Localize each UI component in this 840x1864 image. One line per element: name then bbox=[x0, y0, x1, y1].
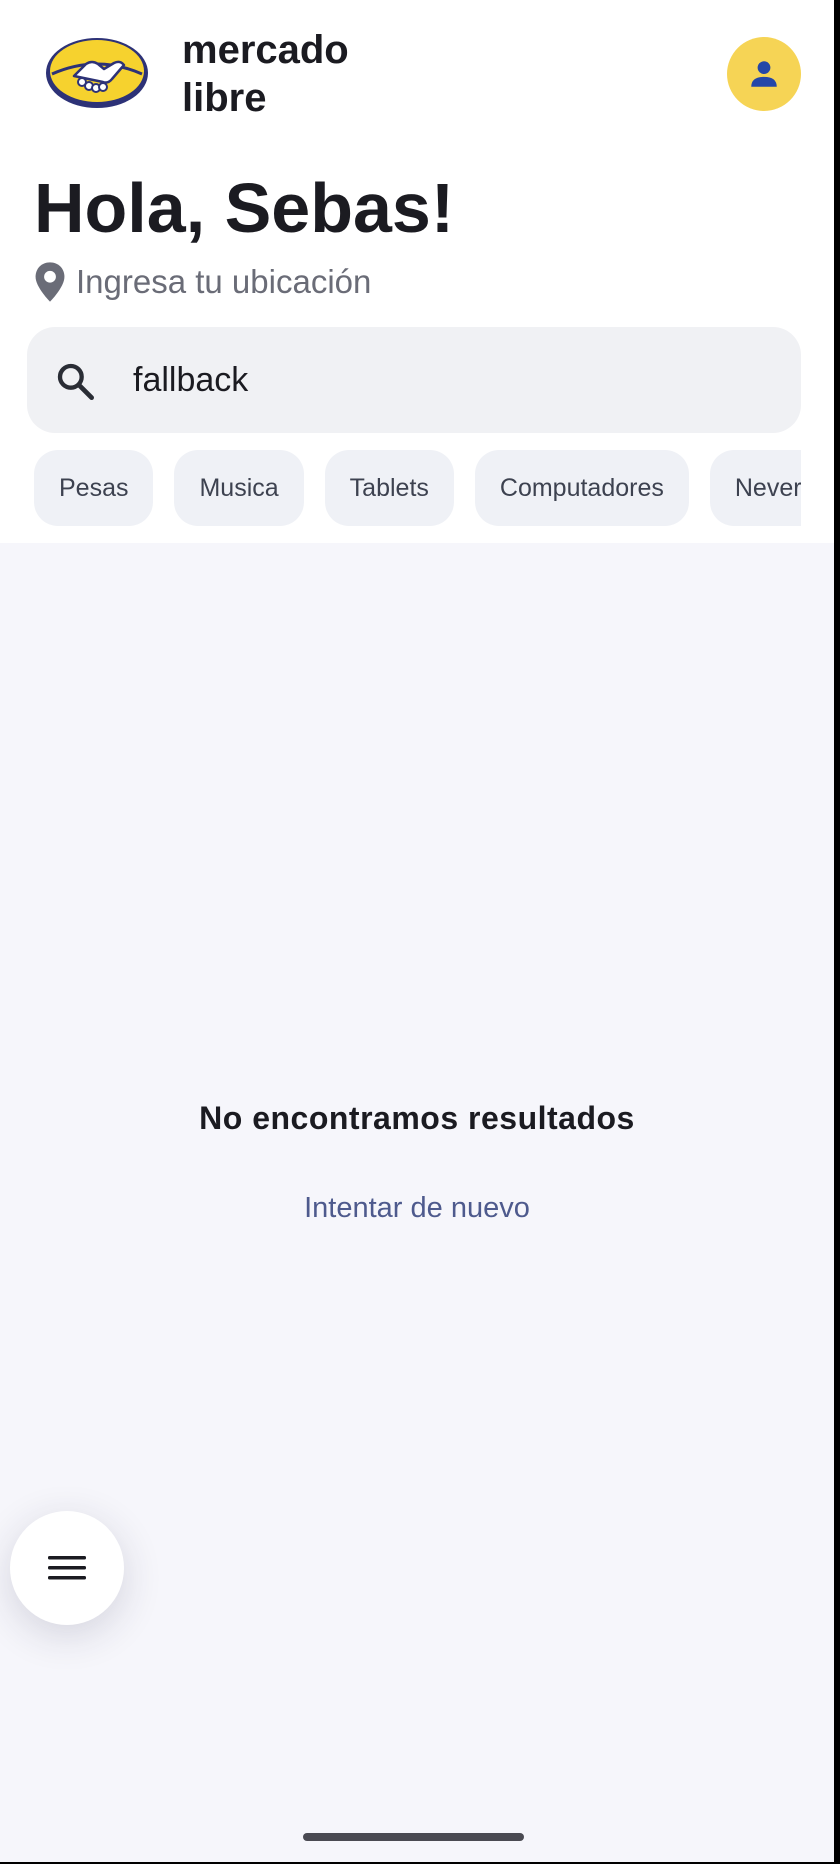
empty-state-title: No encontramos resultados bbox=[199, 1100, 635, 1136]
header-section: mercado libre Hola, Sebas! Ingresa tu ub… bbox=[0, 0, 834, 543]
app-screen: mercado libre Hola, Sebas! Ingresa tu ub… bbox=[0, 0, 834, 1862]
profile-button[interactable] bbox=[727, 37, 801, 111]
chip-computadores[interactable]: Computadores bbox=[474, 450, 689, 526]
search-value: fallback bbox=[133, 361, 249, 399]
chip-pesas[interactable]: Pesas bbox=[34, 450, 154, 526]
handshake-logo-icon bbox=[46, 38, 148, 108]
retry-button[interactable]: Intentar de nuevo bbox=[0, 1192, 834, 1225]
search-input[interactable]: fallback bbox=[27, 327, 801, 433]
location-selector[interactable]: Ingresa tu ubicación bbox=[34, 260, 371, 304]
chip-musica[interactable]: Musica bbox=[174, 450, 304, 526]
menu-fab-button[interactable] bbox=[10, 1511, 124, 1625]
brand-line-1: mercado bbox=[182, 28, 349, 72]
chip-neveras[interactable]: Neveras bbox=[709, 450, 801, 526]
category-chips: Pesas Musica Tablets Computadores Neveras bbox=[34, 450, 801, 526]
greeting-title: Hola, Sebas! bbox=[34, 169, 455, 247]
chip-tablets[interactable]: Tablets bbox=[324, 450, 454, 526]
location-placeholder: Ingresa tu ubicación bbox=[76, 263, 372, 300]
location-pin-icon bbox=[35, 262, 65, 302]
person-icon bbox=[751, 61, 777, 87]
search-icon bbox=[57, 363, 94, 400]
brand-wordmark: mercado libre bbox=[182, 26, 349, 122]
menu-icon bbox=[48, 1556, 86, 1580]
home-indicator[interactable] bbox=[303, 1833, 524, 1841]
brand-line-2: libre bbox=[182, 76, 267, 120]
